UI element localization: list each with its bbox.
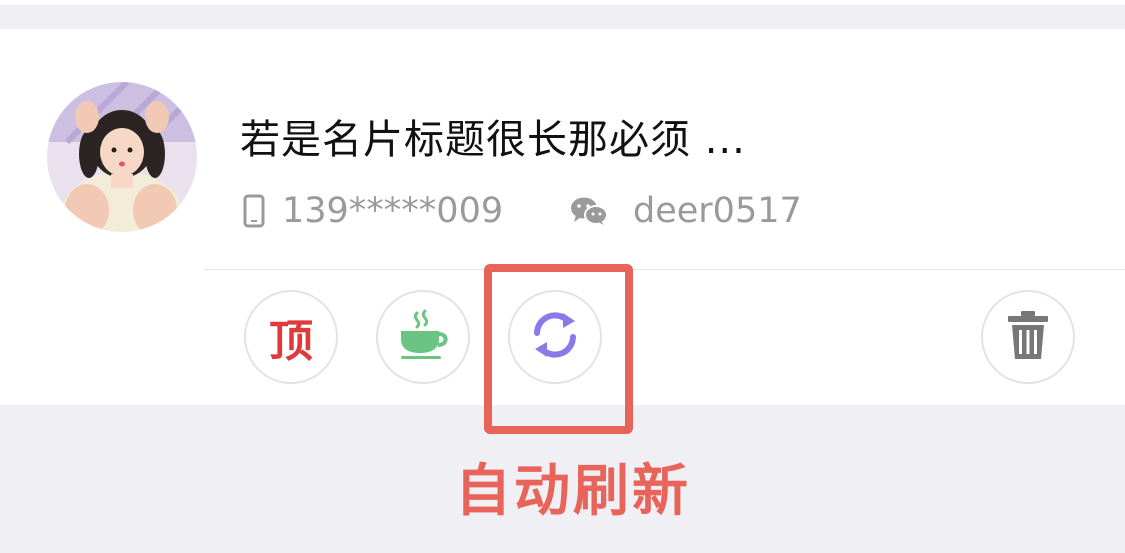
trash-icon	[1006, 309, 1050, 365]
phone-icon	[243, 194, 265, 232]
highlight-box	[484, 264, 633, 434]
tea-cup-icon	[395, 309, 451, 365]
pin-top-button[interactable]: 顶	[244, 290, 338, 384]
avatar[interactable]	[47, 82, 197, 232]
divider	[204, 269, 1125, 270]
delete-button[interactable]	[981, 290, 1075, 384]
annotation-label: 自动刷新	[455, 459, 691, 524]
card-title[interactable]: 若是名片标题很长那必须 ...	[240, 107, 746, 165]
wechat-id: deer0517	[633, 191, 802, 231]
tea-button[interactable]	[376, 290, 470, 384]
wechat-icon	[570, 196, 608, 230]
pin-top-label: 顶	[269, 316, 313, 367]
phone-number: 139*****009	[282, 191, 504, 231]
top-strip	[0, 0, 1125, 5]
